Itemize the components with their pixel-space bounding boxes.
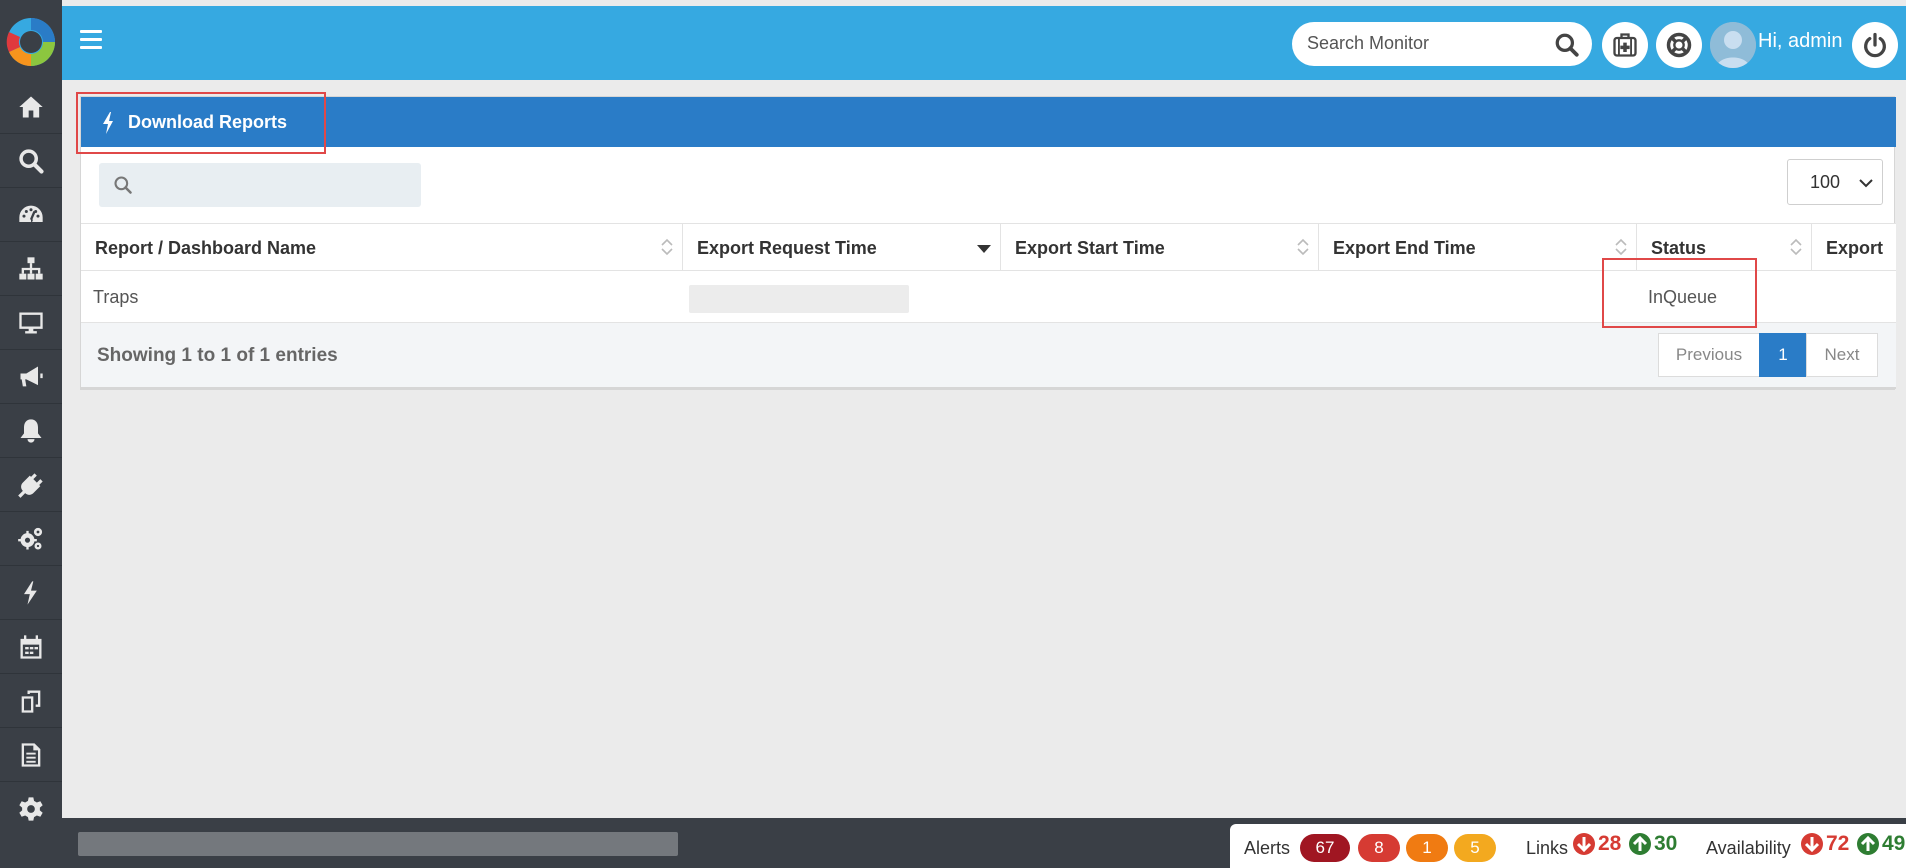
links-label: Links <box>1526 838 1569 858</box>
alerts-label: Alerts <box>1244 838 1291 858</box>
sidebar-item-reports[interactable] <box>0 566 62 620</box>
dashboard-icon <box>19 205 43 222</box>
top-navbar: Hi, admin <box>62 6 1906 80</box>
search-monitor-input[interactable] <box>1307 33 1537 54</box>
column-header-export[interactable]: Export <box>1812 224 1896 271</box>
panel-header: Download Reports <box>81 97 1896 147</box>
support-button[interactable] <box>1656 22 1702 68</box>
user-greeting[interactable]: Hi, admin <box>1758 30 1842 53</box>
sidebar-item-search[interactable] <box>0 134 62 188</box>
current-page-button[interactable]: 1 <box>1759 333 1807 377</box>
arrow-up-circle-icon <box>1629 833 1651 855</box>
report-name-cell: Traps <box>93 287 139 307</box>
highlight-download-reports <box>76 92 326 154</box>
column-header-request-time[interactable]: Export Request Time <box>683 224 1001 271</box>
sidebar-item-configuration[interactable] <box>0 512 62 566</box>
alert-count-warning[interactable]: 5 <box>1454 834 1496 862</box>
sidebar-item-dashboard[interactable] <box>0 188 62 242</box>
request-time-cell <box>689 285 909 313</box>
sidebar-item-actions[interactable] <box>0 350 62 404</box>
sidebar-item-home[interactable] <box>0 80 62 134</box>
table-filter <box>99 163 421 207</box>
page-size-value: 100 <box>1810 172 1841 192</box>
sidebar-item-templates[interactable] <box>0 674 62 728</box>
sidebar-item-alarms[interactable] <box>0 404 62 458</box>
power-icon <box>1864 32 1886 58</box>
page-size-select[interactable]: 100 <box>1787 159 1883 205</box>
sort-desc-icon <box>977 245 991 253</box>
arrow-down-circle-icon <box>1801 833 1823 855</box>
alert-count-critical[interactable]: 67 <box>1300 834 1350 862</box>
sort-icon <box>661 238 673 256</box>
search-icon[interactable] <box>1554 32 1580 58</box>
search-icon <box>19 148 44 174</box>
links-up[interactable]: 30 <box>1628 832 1677 856</box>
avatar[interactable] <box>1710 22 1756 68</box>
sitemap-icon <box>19 256 43 279</box>
column-header-start-time[interactable]: Export Start Time <box>1001 224 1319 271</box>
sidebar <box>0 0 62 868</box>
bell-icon <box>20 418 42 443</box>
search-icon <box>114 176 132 194</box>
sort-icon <box>1790 238 1802 256</box>
app-logo[interactable] <box>0 6 62 78</box>
bolt-icon <box>24 580 37 605</box>
links-down[interactable]: 28 <box>1572 832 1621 856</box>
availability-label: Availability <box>1706 838 1791 858</box>
home-icon <box>19 96 43 117</box>
highlight-status <box>1602 258 1757 328</box>
table-info: Showing 1 to 1 of 1 entries <box>97 345 338 366</box>
user-avatar-icon <box>1710 22 1756 68</box>
download-reports-panel: Download Reports 100 Report / Dashboard … <box>80 96 1896 390</box>
sidebar-item-logs[interactable] <box>0 728 62 782</box>
column-header-end-time[interactable]: Export End Time <box>1319 224 1637 271</box>
monitor-search <box>1292 22 1592 66</box>
calendar-icon <box>20 634 42 659</box>
copy-icon <box>21 690 41 713</box>
monitor-icon <box>19 312 43 333</box>
sidebar-item-topology[interactable] <box>0 242 62 296</box>
status-footer: Alerts 67 8 1 5 Links 28 30 Availability… <box>62 818 1906 868</box>
sort-icon <box>1297 238 1309 256</box>
next-page-button[interactable]: Next <box>1806 333 1878 377</box>
previous-page-button[interactable]: Previous <box>1658 333 1760 377</box>
sort-icon <box>1615 238 1627 256</box>
sidebar-item-settings[interactable] <box>0 782 62 836</box>
menu-toggle-icon[interactable] <box>80 30 102 54</box>
logout-button[interactable] <box>1852 22 1898 68</box>
arrow-down-circle-icon <box>1573 833 1595 855</box>
sidebar-item-monitors[interactable] <box>0 296 62 350</box>
first-aid-button[interactable] <box>1602 22 1648 68</box>
alert-count-major[interactable]: 8 <box>1358 834 1400 862</box>
arrow-up-circle-icon <box>1857 833 1879 855</box>
bullhorn-icon <box>20 366 43 386</box>
lifebuoy-icon <box>1666 32 1692 58</box>
alert-count-minor[interactable]: 1 <box>1406 834 1448 862</box>
table-footer: Showing 1 to 1 of 1 entries Previous 1 N… <box>81 323 1896 389</box>
availability-up[interactable]: 49 <box>1856 832 1905 856</box>
document-icon <box>21 742 41 767</box>
settings-icon <box>19 797 43 821</box>
first-aid-kit-icon <box>1613 33 1637 57</box>
summary-bar: Alerts 67 8 1 5 Links 28 30 Availability… <box>1230 824 1906 868</box>
chevron-down-icon <box>1859 179 1873 188</box>
table-search-input[interactable] <box>139 173 409 191</box>
redacted-footer-text <box>78 832 678 856</box>
availability-down[interactable]: 72 <box>1800 832 1849 856</box>
sidebar-item-schedule[interactable] <box>0 620 62 674</box>
plug-icon <box>18 472 43 498</box>
cogs-icon <box>18 527 43 549</box>
sidebar-item-integrations[interactable] <box>0 458 62 512</box>
column-header-name[interactable]: Report / Dashboard Name <box>81 224 683 271</box>
